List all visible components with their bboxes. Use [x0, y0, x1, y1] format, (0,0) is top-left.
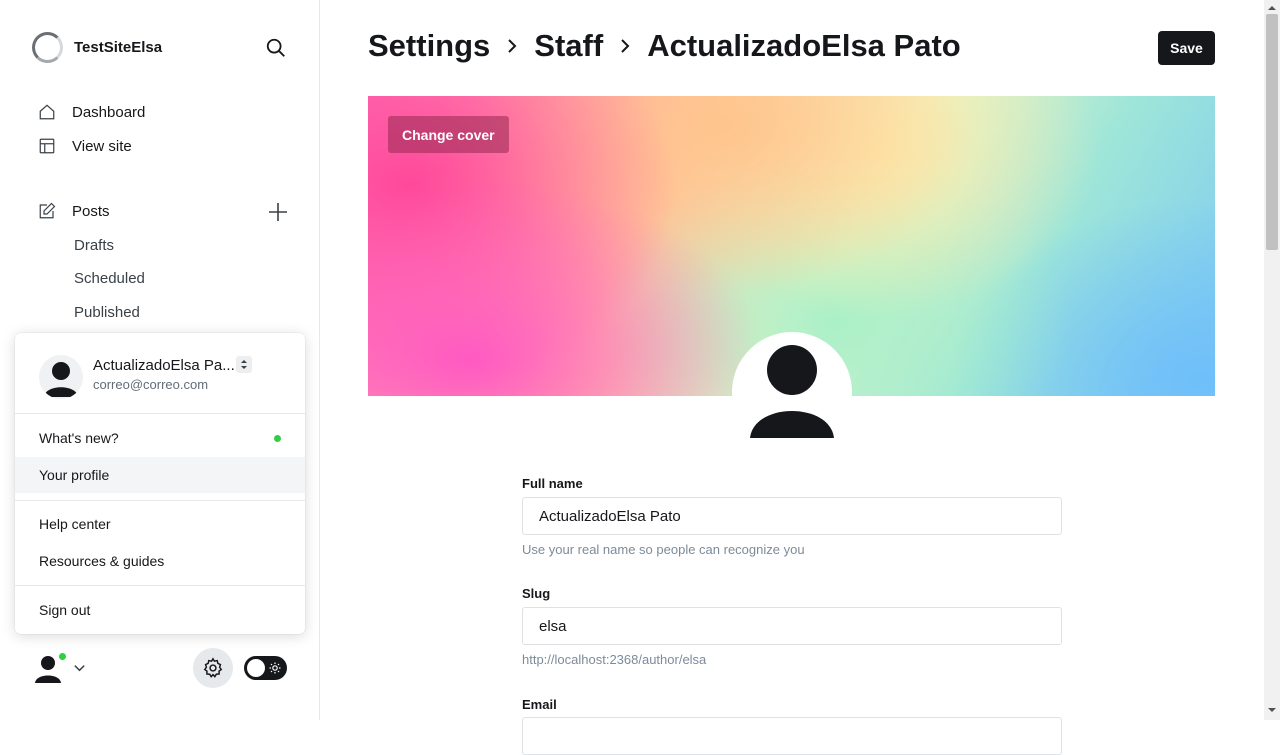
main-content: Settings Staff ActualizadoElsa Pato Save… — [320, 0, 1264, 755]
site-brand[interactable]: TestSiteElsa — [32, 32, 162, 63]
site-logo-icon — [32, 32, 63, 63]
menu-item-your-profile[interactable]: Your profile — [15, 457, 305, 493]
save-button[interactable]: Save — [1158, 31, 1215, 65]
menu-user-email: correo@correo.com — [93, 377, 209, 392]
menu-item-label: Your profile — [39, 467, 110, 483]
page-scrollbar[interactable] — [1264, 0, 1280, 720]
search-icon[interactable] — [265, 37, 287, 59]
breadcrumb: Settings Staff ActualizadoElsa Pato — [368, 28, 961, 64]
scroll-down-arrow-icon[interactable] — [1268, 706, 1276, 714]
scrollbar-thumb[interactable] — [1266, 14, 1278, 250]
nav-posts-label: Posts — [72, 202, 110, 220]
menu-item-label: Sign out — [39, 602, 91, 618]
chevron-updown-icon — [241, 360, 247, 369]
add-post-icon[interactable] — [268, 202, 288, 222]
nav-posts[interactable]: Posts — [38, 202, 110, 220]
sun-icon — [269, 662, 281, 674]
chevron-right-icon — [508, 39, 517, 53]
menu-user-info: ActualizadoElsa Pa... correo@correo.com — [39, 355, 235, 399]
menu-divider — [15, 500, 305, 501]
menu-user-name: ActualizadoElsa Pa... — [93, 357, 235, 374]
avatar — [39, 355, 83, 399]
menu-item-label: Help center — [39, 516, 111, 532]
slug-input[interactable] — [522, 607, 1062, 645]
menu-divider — [15, 585, 305, 586]
home-icon — [39, 104, 55, 120]
chevron-right-icon — [621, 39, 630, 53]
new-indicator-dot — [274, 435, 281, 442]
scroll-up-arrow-icon[interactable] — [1268, 4, 1276, 12]
menu-divider — [15, 413, 305, 414]
sidebar: TestSiteElsa Dashboard View site Posts D… — [0, 0, 320, 720]
user-avatar-icon — [750, 345, 834, 438]
menu-item-help-center[interactable]: Help center — [15, 506, 305, 542]
user-switch-stepper[interactable] — [236, 356, 252, 373]
layout-icon — [39, 138, 55, 154]
menu-item-label: What's new? — [39, 430, 119, 446]
toggle-knob — [247, 659, 265, 677]
page-title: ActualizadoElsa Pato — [647, 28, 961, 63]
email-label: Email — [522, 697, 557, 712]
email-field[interactable] — [522, 717, 1062, 755]
nav-published[interactable]: Published — [74, 304, 140, 321]
nav-scheduled[interactable]: Scheduled — [74, 270, 145, 287]
nav-dashboard[interactable]: Dashboard — [38, 103, 145, 121]
nav-drafts[interactable]: Drafts — [74, 237, 114, 254]
edit-icon — [39, 202, 56, 219]
slug-url-hint: http://localhost:2368/author/elsa — [522, 652, 707, 667]
nav-view-site[interactable]: View site — [38, 137, 132, 155]
settings-button[interactable] — [193, 648, 233, 688]
breadcrumb-staff[interactable]: Staff — [534, 28, 603, 64]
dark-mode-toggle[interactable] — [244, 656, 287, 680]
online-status-dot — [57, 651, 68, 662]
menu-item-sign-out[interactable]: Sign out — [15, 592, 305, 628]
nav-view-site-label: View site — [72, 137, 132, 155]
breadcrumb-settings[interactable]: Settings — [368, 28, 490, 64]
nav-dashboard-label: Dashboard — [72, 103, 146, 121]
menu-item-label: Resources & guides — [39, 553, 165, 569]
profile-avatar[interactable] — [732, 332, 852, 452]
full-name-label: Full name — [522, 476, 583, 491]
gear-icon — [203, 657, 223, 678]
user-avatar-icon — [44, 362, 78, 397]
change-cover-button[interactable]: Change cover — [388, 116, 509, 153]
menu-item-resources[interactable]: Resources & guides — [15, 543, 305, 579]
menu-item-whats-new[interactable]: What's new? — [15, 420, 305, 456]
site-name: TestSiteElsa — [74, 39, 163, 56]
full-name-input[interactable] — [522, 497, 1062, 535]
user-menu: ActualizadoElsa Pa... correo@correo.com … — [15, 333, 305, 634]
chevron-down-icon[interactable] — [72, 660, 87, 675]
slug-label: Slug — [522, 586, 551, 601]
full-name-hint: Use your real name so people can recogni… — [522, 542, 805, 557]
